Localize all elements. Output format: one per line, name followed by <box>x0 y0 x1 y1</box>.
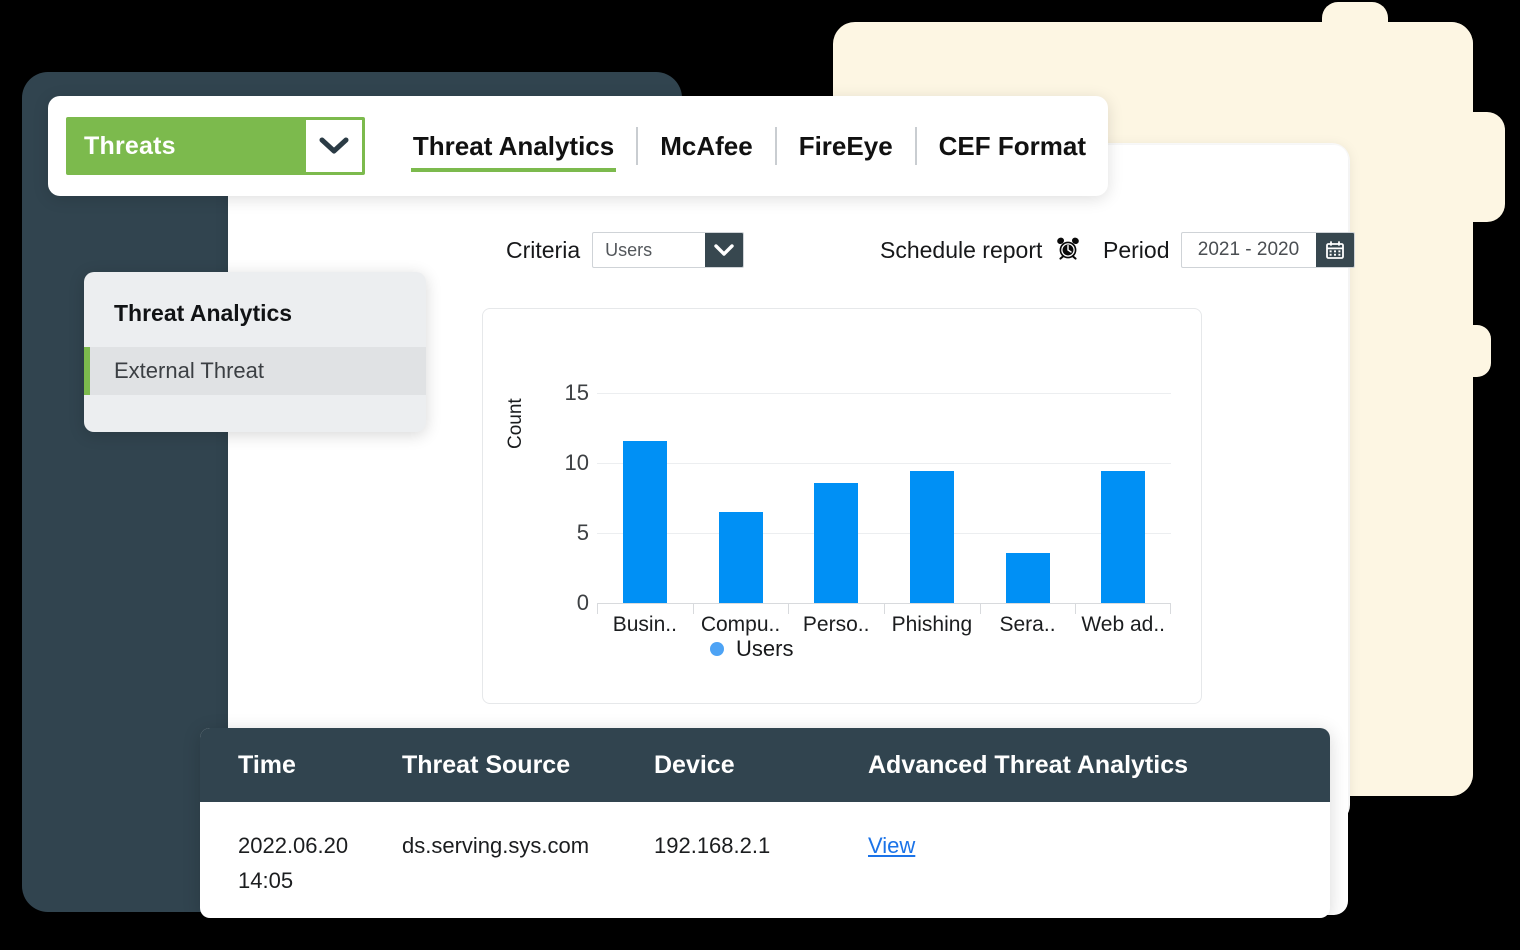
bar-slot <box>1075 393 1171 603</box>
column-header-time: Time <box>238 750 296 779</box>
period-label: Period <box>1103 236 1170 263</box>
sidebar-item-external-threat[interactable]: External Threat <box>84 347 426 395</box>
criteria-select[interactable]: Users <box>592 232 745 268</box>
nav-tabs: Threat Analytics McAfee FireEye CEF Form… <box>391 114 1108 178</box>
top-navigation-bar: Threats Threat Analytics McAfee FireEye … <box>48 96 1108 196</box>
bar-busin[interactable] <box>622 440 667 603</box>
table-row: 2022.06.20 14:05 ds.serving.sys.com 192.1… <box>200 802 1330 898</box>
alarm-clock-icon[interactable] <box>1054 234 1082 267</box>
deco-square-3 <box>1441 325 1491 377</box>
tab-cef-format[interactable]: CEF Format <box>917 114 1108 178</box>
column-header-device: Device <box>654 750 735 779</box>
period-value: 2021 - 2020 <box>1197 239 1300 260</box>
chart-y-axis-ticks: 15 10 5 0 <box>533 309 589 703</box>
criteria-label: Criteria <box>506 236 581 263</box>
threat-events-table: Time Threat Source Device Advanced Threa… <box>200 728 1330 918</box>
column-header-threat-source: Threat Source <box>402 750 571 779</box>
period-field[interactable]: 2021 - 2020 <box>1181 232 1356 268</box>
chart-bar-series-users <box>597 393 1171 603</box>
tab-fireeye[interactable]: FireEye <box>777 114 915 178</box>
deco-square-2 <box>1397 112 1505 222</box>
side-menu-title: Threat Analytics <box>114 300 293 326</box>
bar-sera[interactable] <box>1005 552 1050 603</box>
bar-phishing[interactable] <box>909 471 954 603</box>
cell-advanced-threat-analytics: View <box>868 828 1330 863</box>
chart-x-axis-labels: Busin.. Compu.. Perso.. Phishing Sera.. … <box>597 603 1171 643</box>
report-toolbar: Criteria Users Schedule report Period 20… <box>228 222 1356 278</box>
y-tick-label: 10 <box>564 450 589 475</box>
threat-analytics-chart: Count 15 10 5 0 Busin.. Compu.. Perso.. … <box>482 308 1202 704</box>
module-select-label: Threats <box>84 131 176 160</box>
tab-threat-analytics[interactable]: Threat Analytics <box>391 114 636 178</box>
bar-slot <box>788 393 884 603</box>
criteria-select-value: Users <box>605 239 653 260</box>
table-header-row: Time Threat Source Device Advanced Threa… <box>200 728 1330 802</box>
bar-slot <box>884 393 980 603</box>
chart-plot-region: Count 15 10 5 0 Busin.. Compu.. Perso.. … <box>483 309 1201 703</box>
bar-perso[interactable] <box>814 482 859 603</box>
deco-square-1 <box>1322 2 1388 70</box>
cell-device: 192.168.2.1 <box>654 833 771 858</box>
x-tick-label: Busin.. <box>597 603 693 643</box>
chevron-down-icon[interactable] <box>705 233 744 267</box>
chart-legend: Users <box>710 636 793 662</box>
chart-bars-area <box>597 393 1171 604</box>
view-link[interactable]: View <box>868 833 915 858</box>
tab-mcafee[interactable]: McAfee <box>638 114 774 178</box>
y-tick-label: 0 <box>576 590 589 615</box>
x-tick-label: Perso.. <box>788 603 884 643</box>
cell-time: 2022.06.20 14:05 <box>238 833 349 894</box>
legend-color-dot-users <box>710 642 724 656</box>
x-tick-label: Sera.. <box>979 603 1076 643</box>
chevron-down-icon[interactable] <box>305 120 362 172</box>
cell-threat-source: ds.serving.sys.com <box>402 833 590 858</box>
bar-compu[interactable] <box>718 512 763 603</box>
x-tick-label: Phishing <box>884 603 980 643</box>
y-tick-label: 15 <box>564 380 589 405</box>
period-control-group: Period 2021 - 2020 <box>1103 232 1356 268</box>
schedule-report-button[interactable]: Schedule report <box>880 234 1082 267</box>
schedule-report-label: Schedule report <box>880 236 1043 263</box>
chart-y-axis-title: Count <box>505 398 526 449</box>
bar-web-ad[interactable] <box>1101 471 1146 603</box>
threat-analytics-side-menu: Threat Analytics External Threat <box>84 272 426 432</box>
column-header-advanced-threat-analytics: Advanced Threat Analytics <box>868 750 1189 779</box>
module-select-threats[interactable]: Threats <box>66 117 365 175</box>
x-tick-label: Web ad.. <box>1075 603 1171 643</box>
bar-slot <box>980 393 1076 603</box>
calendar-icon[interactable] <box>1316 233 1355 267</box>
bar-slot <box>597 393 693 603</box>
bar-slot <box>693 393 789 603</box>
criteria-control-group: Criteria Users <box>506 232 745 268</box>
legend-label-users[interactable]: Users <box>736 636 793 662</box>
y-tick-label: 5 <box>576 520 589 545</box>
